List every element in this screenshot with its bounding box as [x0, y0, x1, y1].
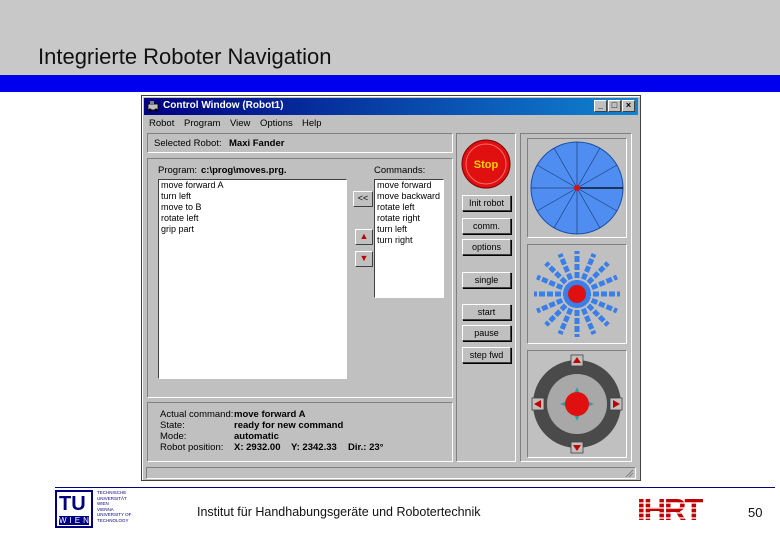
program-listbox[interactable]: move forward A turn left move to B rotat… — [158, 179, 347, 379]
position-x: X: 2932.00 — [234, 442, 281, 453]
start-button[interactable]: start — [462, 304, 511, 320]
slide-accent-bar — [0, 75, 780, 92]
resize-grip-icon[interactable] — [624, 468, 634, 478]
window-title: Control Window (Robot1) — [163, 100, 284, 111]
pause-button[interactable]: pause — [462, 325, 511, 341]
scan-view — [527, 138, 627, 238]
menubar: Robot Program View Options Help — [144, 116, 638, 131]
ihrt-logo: IHRT — [637, 492, 719, 524]
program-label: Program: — [158, 165, 198, 176]
sensor-view — [527, 244, 627, 344]
app-icon — [147, 101, 159, 112]
program-panel: Program: c:\prog\moves.prg. Commands: mo… — [147, 158, 453, 398]
list-item[interactable]: move forward — [375, 180, 443, 191]
laser-scan-display — [530, 141, 624, 235]
list-item[interactable]: grip part — [159, 224, 346, 235]
commands-listbox[interactable]: move forward move backward rotate left r… — [374, 179, 444, 298]
window-statusbar — [146, 467, 636, 479]
menu-help[interactable]: Help — [302, 118, 322, 129]
init-robot-button[interactable]: Init robot — [462, 195, 511, 211]
move-down-button[interactable]: ▼ — [355, 251, 373, 267]
menu-robot[interactable]: Robot — [149, 118, 174, 129]
position-dir: Dir.: 23° — [348, 442, 384, 453]
mode-label: Mode: — [160, 431, 187, 442]
position-y: Y: 2342.33 — [291, 442, 337, 453]
state-label: State: — [160, 420, 185, 431]
footer-divider — [55, 487, 775, 488]
menu-program[interactable]: Program — [184, 118, 220, 129]
list-item[interactable]: move to B — [159, 202, 346, 213]
close-button[interactable]: × — [622, 100, 635, 112]
selected-robot-label: Selected Robot: — [154, 138, 222, 149]
sensor-star-icon — [534, 251, 620, 337]
state-value: ready for new command — [234, 420, 344, 431]
joystick-view — [527, 350, 627, 458]
window-titlebar: Control Window (Robot1) _ □ × — [144, 98, 638, 115]
list-item[interactable]: move forward A — [159, 180, 346, 191]
minimize-button[interactable]: _ — [594, 100, 607, 112]
tu-wien-logo: TU WIEN TECHNISCHE UNIVERSITÄT WIEN VIEN… — [55, 490, 139, 528]
move-up-button[interactable]: ▲ — [355, 229, 373, 245]
visualization-panel — [520, 133, 632, 462]
list-item[interactable]: turn left — [375, 224, 443, 235]
single-button[interactable]: single — [462, 272, 511, 288]
status-panel: Actual command: move forward A State: re… — [147, 402, 453, 462]
commands-label: Commands: — [374, 165, 426, 176]
slide-title: Integrierte Roboter Navigation — [38, 44, 332, 69]
selected-robot-value: Maxi Fander — [229, 138, 285, 149]
joystick-control[interactable] — [528, 351, 626, 457]
robot-position-label: Robot position: — [160, 442, 224, 453]
mode-value: automatic — [234, 431, 279, 442]
step-fwd-button[interactable]: step fwd — [462, 347, 511, 363]
comm-button[interactable]: comm. — [462, 218, 511, 234]
list-item[interactable]: turn left — [159, 191, 346, 202]
maximize-button[interactable]: □ — [608, 100, 621, 112]
control-window: Control Window (Robot1) _ □ × Robot Prog… — [141, 95, 641, 481]
stop-label: Stop — [474, 159, 499, 171]
transfer-command-button[interactable]: << — [353, 191, 373, 207]
list-item[interactable]: rotate left — [159, 213, 346, 224]
program-path: c:\prog\moves.prg. — [201, 165, 287, 176]
robot-marker-icon — [574, 185, 580, 191]
list-item[interactable]: turn right — [375, 235, 443, 246]
actual-command-label: Actual command: — [160, 409, 234, 420]
menu-view[interactable]: View — [230, 118, 250, 129]
actual-command-value: move forward A — [234, 409, 306, 420]
control-button-panel: Stop Init robot comm. options single sta… — [456, 133, 516, 462]
list-item[interactable]: move backward — [375, 191, 443, 202]
list-item[interactable]: rotate right — [375, 213, 443, 224]
menu-options[interactable]: Options — [260, 118, 293, 129]
list-item[interactable]: rotate left — [375, 202, 443, 213]
options-button[interactable]: options — [462, 239, 511, 255]
page-number: 50 — [748, 505, 763, 520]
institute-name: Institut für Handhabungsgeräte und Robot… — [197, 505, 481, 519]
stop-button[interactable]: Stop — [461, 139, 511, 189]
selected-robot-panel: Selected Robot: Maxi Fander — [147, 133, 453, 153]
